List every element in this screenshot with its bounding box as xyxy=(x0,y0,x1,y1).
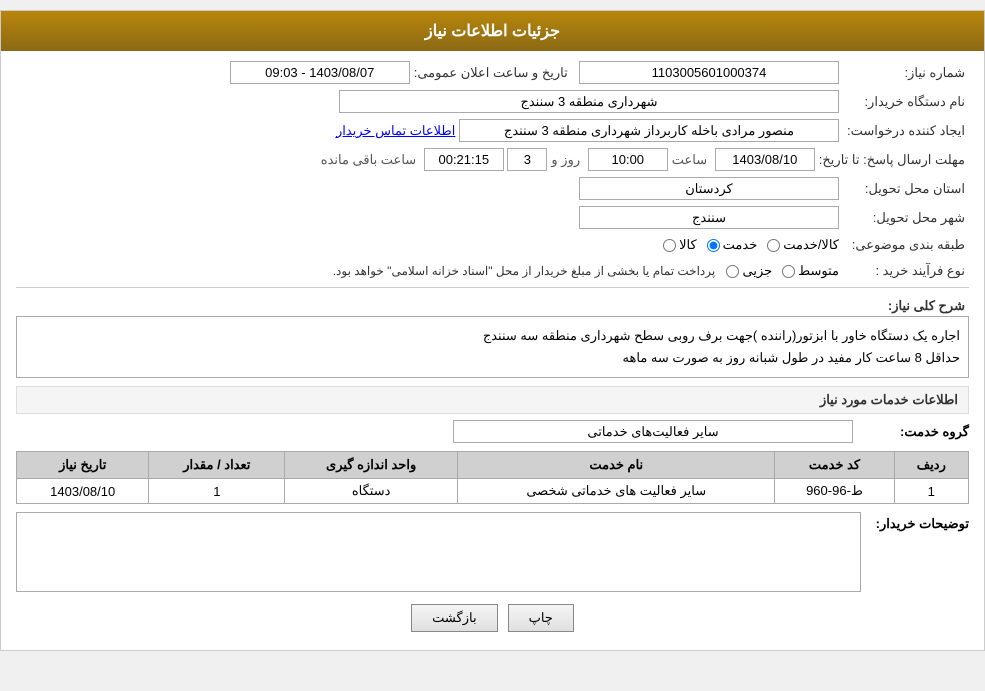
deadline-label: مهلت ارسال پاسخ: تا تاریخ: xyxy=(815,150,969,170)
city-input[interactable] xyxy=(579,206,839,229)
purchase-type-motavasset[interactable]: متوسط xyxy=(782,263,839,279)
services-group-label: گروه خدمت: xyxy=(859,424,969,440)
deadline-time-input[interactable] xyxy=(588,148,668,171)
services-group-row: گروه خدمت: xyxy=(16,420,969,443)
announce-date-input[interactable] xyxy=(230,61,410,84)
description-box: اجاره یک دستگاه خاور با ابزتور(راننده )ج… xyxy=(16,316,969,378)
purchase-type-note: پرداخت تمام یا بخشی از مبلغ خریدار از مح… xyxy=(329,262,720,280)
col-header-row-num: ردیف xyxy=(894,452,968,479)
creator-row: ایجاد کننده درخواست: اطلاعات تماس خریدار xyxy=(16,119,969,142)
button-row: بازگشت چاپ xyxy=(16,604,969,632)
col-header-date: تاریخ نیاز xyxy=(17,452,149,479)
city-row: شهر محل تحویل: xyxy=(16,206,969,229)
order-number-input[interactable] xyxy=(579,61,839,84)
creator-input[interactable] xyxy=(459,119,839,142)
deadline-days-label: روز و xyxy=(547,152,584,168)
services-table: ردیف کد خدمت نام خدمت واحد اندازه گیری ت… xyxy=(16,451,969,504)
deadline-row: مهلت ارسال پاسخ: تا تاریخ: ساعت روز و سا… xyxy=(16,148,969,171)
description-row: شرح کلی نیاز: اجاره یک دستگاه خاور با اب… xyxy=(16,294,969,378)
col-header-unit: واحد اندازه گیری xyxy=(285,452,458,479)
creator-label: ایجاد کننده درخواست: xyxy=(839,121,969,141)
page-header: جزئیات اطلاعات نیاز xyxy=(1,11,984,51)
page-title: جزئیات اطلاعات نیاز xyxy=(425,23,560,40)
category-option-kala-khedmat[interactable]: کالا/خدمت xyxy=(767,237,839,253)
col-header-code: کد خدمت xyxy=(775,452,894,479)
services-group-input[interactable] xyxy=(453,420,853,443)
category-option-khedmat[interactable]: خدمت xyxy=(707,237,758,253)
purchase-type-jozi[interactable]: جزیی xyxy=(726,263,772,279)
buyer-name-input[interactable] xyxy=(339,90,839,113)
city-label: شهر محل تحویل: xyxy=(839,208,969,228)
category-option-kala[interactable]: کالا xyxy=(663,237,697,253)
services-table-section: ردیف کد خدمت نام خدمت واحد اندازه گیری ت… xyxy=(16,451,969,504)
services-section-title: اطلاعات خدمات مورد نیاز xyxy=(16,386,969,414)
deadline-date-input[interactable] xyxy=(715,148,815,171)
notes-textarea[interactable] xyxy=(16,512,861,592)
deadline-time-label: ساعت xyxy=(668,152,711,168)
print-button[interactable]: چاپ xyxy=(508,604,574,632)
buyer-name-row: نام دستگاه خریدار: xyxy=(16,90,969,113)
province-row: استان محل تحویل: xyxy=(16,177,969,200)
province-label: استان محل تحویل: xyxy=(839,179,969,199)
deadline-remaining-input[interactable] xyxy=(424,148,504,171)
buyer-name-label: نام دستگاه خریدار: xyxy=(839,92,969,112)
notes-label: توضیحات خریدار: xyxy=(869,512,969,532)
back-button[interactable]: بازگشت xyxy=(411,604,497,632)
description-label: شرح کلی نیاز: xyxy=(839,294,969,316)
announce-date-label: تاریخ و ساعت اعلان عمومی: xyxy=(410,63,572,83)
order-number-row: شماره نیاز: تاریخ و ساعت اعلان عمومی: xyxy=(16,61,969,84)
purchase-type-row: نوع فرآیند خرید : متوسط جزیی پرداخت تمام… xyxy=(16,261,969,281)
order-number-label: شماره نیاز: xyxy=(839,63,969,83)
purchase-type-radio-group: متوسط جزیی xyxy=(726,263,839,279)
deadline-remaining-label: ساعت باقی مانده xyxy=(317,152,420,168)
contact-link[interactable]: اطلاعات تماس خریدار xyxy=(336,123,455,139)
notes-row: توضیحات خریدار: xyxy=(16,512,969,592)
category-radio-group: کالا/خدمت خدمت کالا xyxy=(663,237,839,253)
province-input[interactable] xyxy=(579,177,839,200)
category-label: طبقه بندی موضوعی: xyxy=(839,235,969,255)
category-row: طبقه بندی موضوعی: کالا/خدمت خدمت کالا xyxy=(16,235,969,255)
table-row: 1ط-96-960سایر فعالیت های خدماتی شخصیدستگ… xyxy=(17,479,969,504)
purchase-type-label: نوع فرآیند خرید : xyxy=(839,261,969,281)
deadline-days-input[interactable] xyxy=(507,148,547,171)
col-header-qty: تعداد / مقدار xyxy=(149,452,285,479)
col-header-name: نام خدمت xyxy=(458,452,775,479)
